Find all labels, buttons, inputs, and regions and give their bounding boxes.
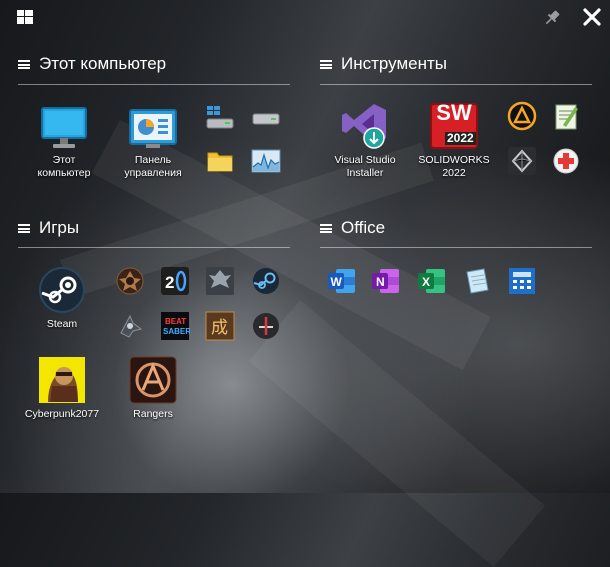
cyberpunk-icon (38, 356, 86, 404)
sword-game-icon[interactable] (250, 310, 282, 342)
spaceship-icon[interactable] (114, 310, 146, 342)
svg-text:W: W (331, 275, 343, 289)
tile-steam[interactable]: Steam (24, 266, 100, 331)
excel-icon[interactable]: X (416, 265, 448, 297)
tile-label: Панель управления (124, 154, 182, 179)
group-header-computer[interactable]: Этот компьютер (18, 54, 166, 74)
group-header-tools[interactable]: Инструменты (320, 54, 447, 74)
game-emblem-icon[interactable] (114, 265, 146, 297)
tile-cyberpunk[interactable]: Cyberpunk2077 (20, 356, 104, 421)
group-title: Инструменты (341, 54, 448, 73)
group-divider (18, 84, 290, 85)
folder-icon[interactable] (204, 145, 236, 177)
word-icon[interactable]: W (326, 265, 358, 297)
group-divider (18, 247, 290, 248)
notepad-icon[interactable] (550, 100, 582, 132)
rangers-icon (129, 356, 177, 404)
background-streak (248, 300, 546, 567)
tile-rangers[interactable]: Rangers (114, 356, 192, 421)
group-title: Игры (39, 218, 80, 237)
resource-monitor-icon[interactable] (250, 145, 282, 177)
group-header-games[interactable]: Игры (18, 218, 79, 238)
group-title: Office (341, 218, 386, 237)
tile-label: Visual Studio Installer (334, 154, 396, 179)
tile-label: Rangers (133, 408, 173, 420)
tile-this-pc[interactable]: Этот компьютер (26, 106, 102, 180)
svg-text:成: 成 (211, 318, 228, 338)
windows-logo-icon[interactable] (17, 10, 33, 24)
group-header-office[interactable]: Office (320, 218, 385, 238)
steam-icon[interactable] (250, 265, 282, 297)
hamburger-icon (320, 59, 332, 69)
steam-icon (38, 266, 86, 314)
svg-text:2: 2 (165, 273, 174, 292)
group-divider (320, 247, 592, 248)
top-bar (0, 0, 610, 34)
tile-label: Steam (46, 318, 78, 330)
control-panel-icon (128, 106, 178, 150)
notepad-alt-icon[interactable] (461, 265, 493, 297)
group-divider (320, 84, 592, 85)
unity-icon[interactable] (506, 145, 538, 177)
hamburger-icon (18, 223, 30, 233)
solidworks-icon: SW 2022 (429, 102, 479, 150)
drive-icon[interactable] (204, 102, 236, 134)
monitor-icon (40, 106, 88, 150)
calculator-icon[interactable] (506, 265, 538, 297)
close-icon[interactable] (580, 5, 604, 29)
kanji-game-icon[interactable]: 成 (204, 310, 236, 342)
visual-studio-installer-icon (340, 102, 390, 150)
hamburger-icon (320, 223, 332, 233)
health-icon[interactable] (550, 145, 582, 177)
svg-text:N: N (376, 275, 385, 289)
svg-text:BEAT: BEAT (165, 317, 186, 326)
onenote-icon[interactable]: N (370, 265, 402, 297)
svg-text:SABER: SABER (163, 327, 190, 336)
aimp-icon[interactable] (506, 100, 538, 132)
tile-solidworks[interactable]: SW 2022 SOLIDWORKS 2022 (412, 102, 496, 180)
solidworks-logo-text: SW (436, 100, 472, 125)
tile-visual-studio-installer[interactable]: Visual Studio Installer (326, 102, 404, 180)
drive-icon[interactable] (250, 102, 282, 134)
group-title: Этот компьютер (39, 54, 167, 73)
solidworks-badge: 2022 (445, 131, 476, 145)
tile-label: Этот компьютер (37, 154, 91, 179)
pin-icon[interactable] (542, 8, 562, 28)
hamburger-icon (18, 59, 30, 69)
tile-label: Cyberpunk2077 (24, 408, 100, 420)
tile-label: SOLIDWORKS 2022 (418, 154, 490, 179)
svg-text:X: X (422, 275, 430, 289)
tile-control-panel[interactable]: Панель управления (114, 106, 192, 180)
beat-saber-icon[interactable]: BEAT SABER (159, 310, 191, 342)
skyrim-icon[interactable] (204, 265, 236, 297)
portal2-icon[interactable]: 2 (159, 265, 191, 297)
